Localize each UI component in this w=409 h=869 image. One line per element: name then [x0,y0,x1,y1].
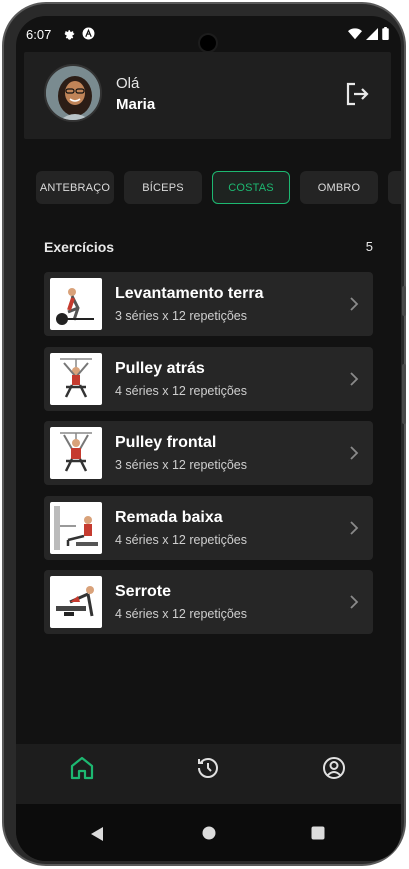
home-icon[interactable] [68,754,96,782]
exercise-detail: 4 séries x 12 repetições [115,383,248,398]
app-screen: 6:07 Olá Maria ANTEBRAÇO BÍCEPS COSTAS O… [16,16,401,861]
muscle-group-tabs: ANTEBRAÇO BÍCEPS COSTAS OMBRO [36,171,401,204]
tab-ombro[interactable]: OMBRO [300,171,378,204]
bottom-navigation [16,744,401,804]
exercise-item[interactable]: Remada baixa 4 séries x 12 repetições [44,495,373,560]
exercise-name: Pulley atrás [115,359,205,377]
tab-next-partial[interactable] [388,171,401,204]
exercise-item[interactable]: Serrote 4 séries x 12 repetições [44,570,373,635]
profile-icon[interactable] [320,754,348,782]
exercise-name: Serrote [115,583,172,601]
volume-button [402,286,406,316]
exercise-detail: 3 séries x 12 repetições [115,458,248,473]
chevron-right-icon [350,371,359,386]
pulley-behind-illustration [60,357,92,398]
settings-gear-icon [64,30,75,40]
status-bar: 6:07 [16,16,401,53]
seated-row-illustration [54,505,98,550]
section-title: Exercícios [44,239,115,255]
exercise-item[interactable]: Pulley atrás 4 séries x 12 repetições [44,346,373,411]
history-icon[interactable] [194,754,222,782]
logout-icon[interactable] [343,80,371,108]
pulley-front-illustration [60,432,92,472]
signal-icon [366,27,378,40]
exercise-item[interactable]: Pulley frontal 3 séries x 12 repetições [44,421,373,486]
back-triangle-icon[interactable] [90,826,104,842]
phone-frame: 6:07 Olá Maria ANTEBRAÇO BÍCEPS COSTAS O… [2,2,406,866]
exercise-count: 5 [365,239,373,254]
exercise-detail: 3 séries x 12 repetições [115,309,248,323]
tab-antebraco[interactable]: ANTEBRAÇO [36,171,114,204]
deadlift-illustration [56,288,94,325]
exercise-thumbnail [50,427,102,480]
avatar-photo [46,66,100,120]
dumbbell-row-illustration [56,586,94,617]
front-camera [198,33,218,53]
exercise-name: Pulley frontal [115,434,217,452]
tab-costas[interactable]: COSTAS [212,171,290,204]
exercise-list: Levantamento terra 3 séries x 12 repetiç… [44,272,373,645]
chevron-right-icon [350,297,359,311]
exercise-name: Remada baixa [115,508,223,526]
exercise-detail: 4 séries x 12 repetições [115,607,248,622]
system-navigation-bar [16,804,401,861]
exercise-item[interactable]: Levantamento terra 3 séries x 12 repetiç… [44,272,373,336]
status-time: 6:07 [26,27,52,42]
chevron-right-icon [350,446,359,460]
exercise-thumbnail [50,576,102,629]
user-name: Maria [116,96,156,113]
accessibility-a-icon [82,27,95,40]
recents-square-icon[interactable] [311,826,325,840]
chevron-right-icon [350,521,359,535]
exercise-detail: 4 séries x 12 repetições [115,532,248,547]
exercise-thumbnail [50,278,102,330]
exercise-thumbnail [50,352,102,405]
user-header: Olá Maria [24,52,391,139]
greeting-text: Olá [116,75,140,92]
home-circle-icon[interactable] [202,826,216,840]
tab-biceps[interactable]: BÍCEPS [124,171,202,204]
power-button [402,364,406,424]
wifi-icon [348,27,362,39]
chevron-right-icon [350,595,359,610]
avatar [44,64,102,122]
exercise-name: Levantamento terra [115,285,264,302]
battery-icon [382,27,389,40]
exercise-thumbnail [50,501,102,554]
status-right-icons [348,27,389,40]
